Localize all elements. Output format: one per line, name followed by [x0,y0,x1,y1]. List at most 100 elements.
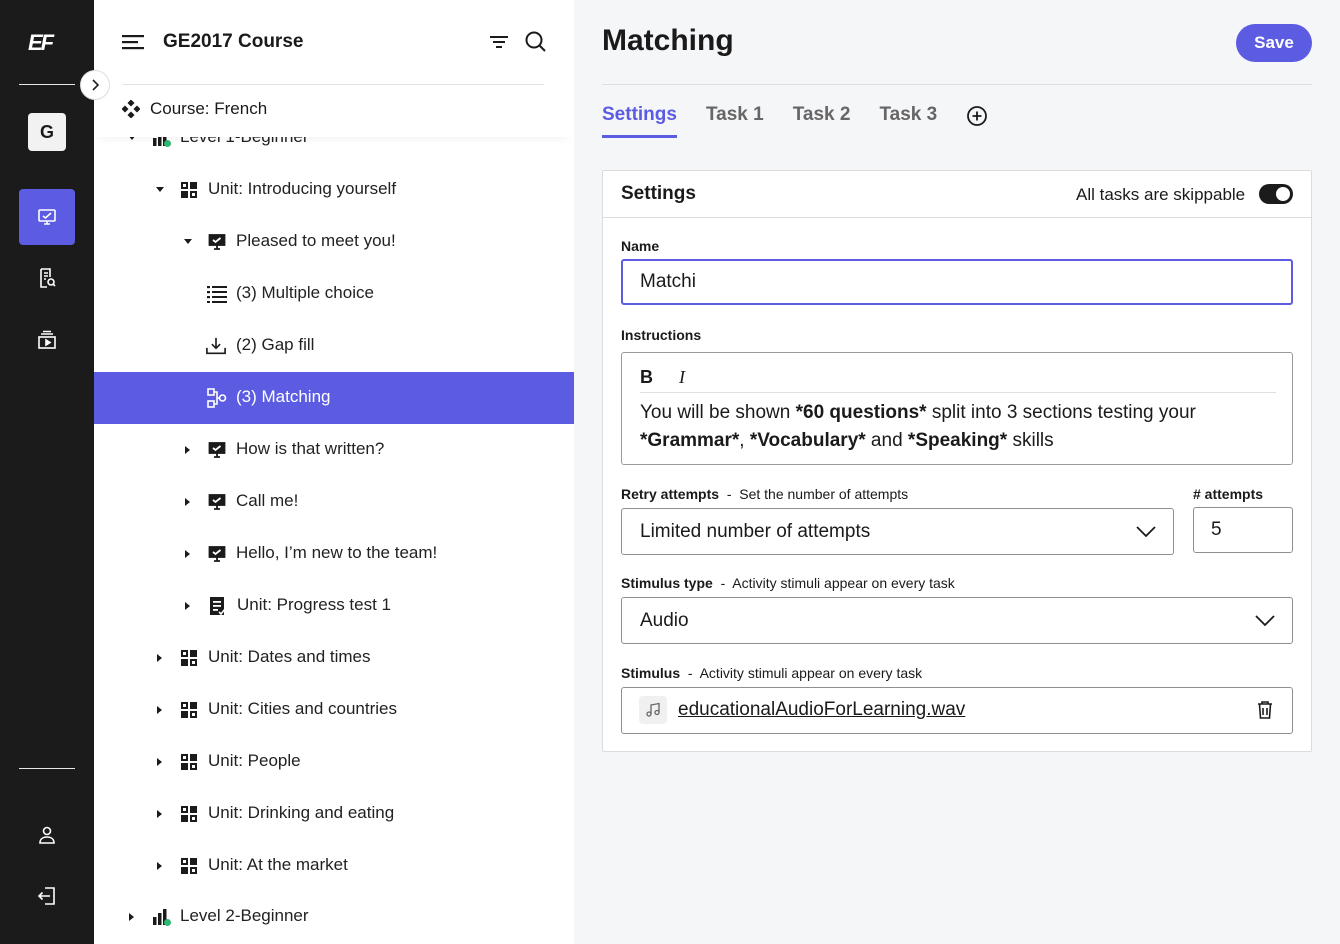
attempts-label: # attempts [1193,486,1264,502]
tree-item-unit-introducing-yourself[interactable]: Unit: Introducing yourself [94,164,574,216]
tree-item-label: Unit: Progress test 1 [237,595,392,614]
document-search-icon [40,268,56,288]
tree-item-label: Unit: Introducing yourself [208,179,397,198]
caret-down-icon[interactable] [155,185,165,195]
tree-header-rule [122,84,544,85]
presentation-board-icon [38,209,56,225]
task-tabs: Settings Task 1 Task 2 Task 3 [602,104,988,152]
save-button[interactable]: Save [1236,24,1312,62]
filter-icon[interactable] [488,33,510,51]
rail-logout-button[interactable] [19,868,75,924]
skippable-toggle[interactable] [1259,184,1293,204]
matching-icon [207,388,227,408]
tree-item-hello-new-to-team[interactable]: Hello, I’m new to the team! [94,528,574,580]
tab-task-1[interactable]: Task 1 [706,104,764,138]
test-doc-icon [207,596,227,616]
attempts-input[interactable] [1193,507,1293,553]
lesson-board-icon [207,544,227,564]
tree-item-label: Unit: Dates and times [208,647,371,666]
tree-item-label: Unit: Cities and countries [208,699,397,718]
tree-item-drinking-and-eating[interactable]: Unit: Drinking and eating [94,788,574,840]
search-icon[interactable] [524,30,548,54]
rail-profile-button[interactable] [19,807,75,863]
caret-down-icon[interactable] [183,237,193,247]
unit-grid-icon [179,804,199,824]
tree-item-multiple-choice[interactable]: (3) Multiple choice [94,268,574,320]
tree-item-call-me[interactable]: Call me! [94,476,574,528]
rail-divider [19,84,75,85]
collapse-tree-button[interactable] [80,70,110,100]
tree-item-how-is-that-written[interactable]: How is that written? [94,424,574,476]
settings-card: Settings All tasks are skippable Name In… [602,170,1312,752]
activity-editor: Matching Save Settings Task 1 Task 2 Tas… [574,0,1340,944]
tree-item-matching-selected[interactable]: (3) Matching [94,372,574,424]
chevron-down-icon [1136,526,1156,538]
caret-right-icon[interactable] [155,861,165,871]
rail-media-button[interactable] [19,312,75,368]
header-rule [602,84,1312,85]
stimulus-file-link[interactable]: educationalAudioForLearning.wav [678,699,965,721]
instructions-editor[interactable]: B I You will be shown *60 questions* spl… [621,352,1293,465]
caret-right-icon[interactable] [155,653,165,663]
retry-select[interactable]: Limited number of attempts [621,508,1174,555]
tree-item-label: (3) Multiple choice [236,283,374,302]
tree-item-label: Unit: Drinking and eating [208,803,395,822]
caret-right-icon[interactable] [183,445,193,455]
caret-right-icon[interactable] [127,912,137,922]
rail-courses-button[interactable] [19,189,75,245]
tab-settings[interactable]: Settings [602,104,677,138]
stimulus-type-select[interactable]: Audio [621,597,1293,644]
rail-divider-bottom [19,768,75,769]
caret-right-icon[interactable] [183,601,193,611]
tree-item-pleased-to-meet-you[interactable]: Pleased to meet you! [94,216,574,268]
settings-title: Settings [621,183,696,204]
bold-button[interactable]: B [640,367,653,388]
list-icon [207,284,227,304]
page-title: Matching [602,24,734,57]
caret-right-icon[interactable] [155,809,165,819]
instructions-text[interactable]: You will be shown *60 questions* split i… [640,399,1280,455]
tree-item-at-the-market[interactable]: Unit: At the market [94,840,574,892]
tree-item-gap-fill[interactable]: (2) Gap fill [94,320,574,372]
course-breadcrumb[interactable]: Course: French [122,99,267,119]
stimulus-type-value: Audio [640,610,689,631]
name-label: Name [621,238,660,254]
rail-reports-button[interactable] [19,250,75,306]
add-task-icon[interactable] [966,105,988,127]
course-label: Course: French [150,99,268,118]
caret-right-icon[interactable] [183,549,193,559]
tab-task-2[interactable]: Task 2 [793,104,851,138]
menu-icon[interactable] [122,31,146,53]
tree-item-dates-and-times[interactable]: Unit: Dates and times [94,632,574,684]
tree-item-label: Unit: At the market [208,855,348,874]
level-bars-icon [152,907,172,927]
unit-grid-icon [179,700,199,720]
tree-item-cities-and-countries[interactable]: Unit: Cities and countries [94,684,574,736]
user-icon [39,826,55,844]
tree-item-label: Pleased to meet you! [236,231,396,250]
course-title: GE2017 Course [163,31,304,52]
tree-item-progress-test-1[interactable]: Unit: Progress test 1 [94,580,574,632]
unit-grid-icon [179,752,199,772]
tree-item-label: How is that written? [236,439,385,458]
tree-item-people[interactable]: Unit: People [94,736,574,788]
logout-icon [37,887,55,905]
retry-select-value: Limited number of attempts [640,521,871,542]
workspace-avatar[interactable]: G [28,113,66,151]
tree-item-label: Level 2-Beginner [180,906,309,925]
caret-right-icon[interactable] [183,497,193,507]
tree-item-label: Unit: People [208,751,301,770]
editor-toolbar: B I [640,363,1276,393]
caret-right-icon[interactable] [155,757,165,767]
toggle-knob [1276,187,1290,201]
lesson-board-icon [207,492,227,512]
music-note-icon [639,696,667,724]
italic-button[interactable]: I [679,367,685,388]
name-field[interactable] [621,259,1293,305]
tab-task-3[interactable]: Task 3 [879,104,937,138]
caret-right-icon[interactable] [155,705,165,715]
trash-icon[interactable] [1256,700,1274,720]
unit-grid-icon [179,856,199,876]
stimulus-file: educationalAudioForLearning.wav [621,687,1293,734]
tree-item-level-2[interactable]: Level 2-Beginner [94,891,574,943]
